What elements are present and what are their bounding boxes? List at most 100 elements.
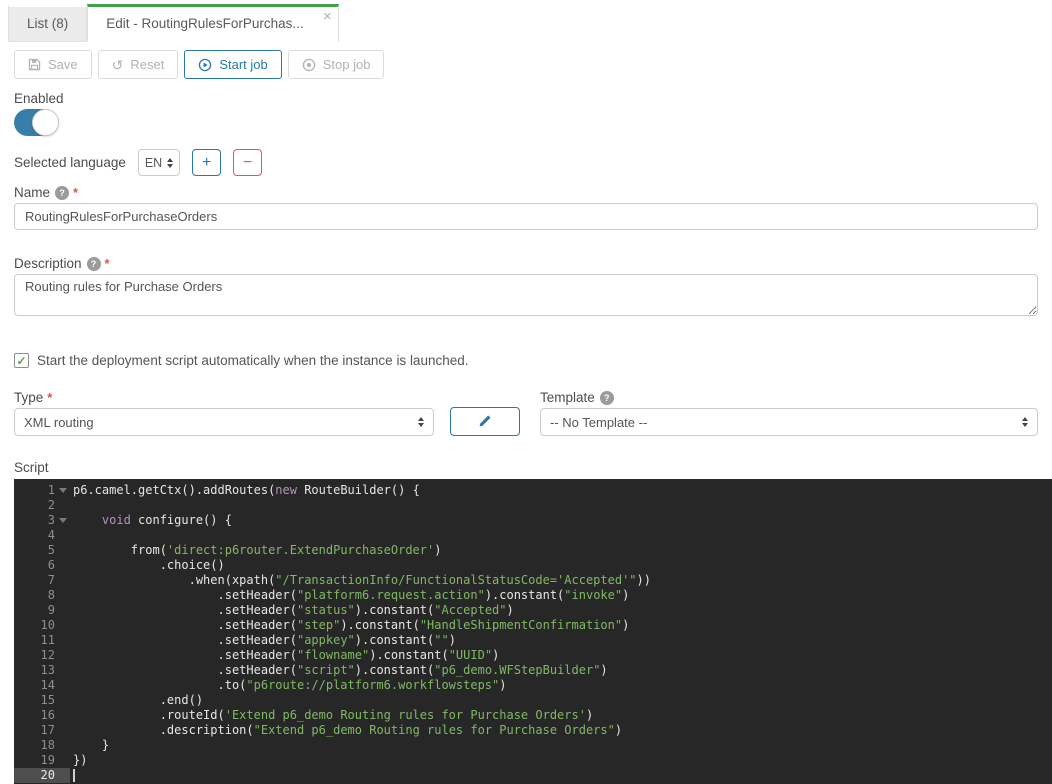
stop-job-button-label: Stop job <box>323 57 371 72</box>
code-line[interactable]: 8 .setHeader("platform6.request.action")… <box>14 588 1052 603</box>
fold-arrow-icon[interactable] <box>59 518 67 523</box>
line-number[interactable]: 3 <box>14 513 70 528</box>
code-line-text: }) <box>70 753 87 768</box>
enabled-label: Enabled <box>14 91 1038 106</box>
line-number[interactable]: 13 <box>14 663 70 678</box>
code-line[interactable]: 15 .end() <box>14 693 1052 708</box>
code-line-text: .setHeader("step").constant("HandleShipm… <box>70 618 629 633</box>
select-arrows-icon <box>1022 417 1028 427</box>
text-cursor <box>73 769 75 782</box>
line-number[interactable]: 17 <box>14 723 70 738</box>
code-line[interactable]: 1p6.camel.getCtx().addRoutes(new RouteBu… <box>14 483 1052 498</box>
template-column: Template ? -- No Template -- <box>540 390 1038 436</box>
edit-type-button[interactable] <box>450 407 520 436</box>
line-number[interactable]: 4 <box>14 528 70 543</box>
code-line-text <box>70 768 75 783</box>
language-select[interactable]: EN <box>138 149 180 176</box>
line-number[interactable]: 2 <box>14 498 70 513</box>
help-icon[interactable]: ? <box>55 186 69 200</box>
line-number[interactable]: 9 <box>14 603 70 618</box>
line-number[interactable]: 10 <box>14 618 70 633</box>
line-number[interactable]: 19 <box>14 753 70 768</box>
template-select-value: -- No Template -- <box>550 415 647 430</box>
tab-list-label: List (8) <box>27 16 68 31</box>
template-label-row: Template ? <box>540 390 1038 405</box>
line-number[interactable]: 16 <box>14 708 70 723</box>
fold-arrow-icon[interactable] <box>59 488 67 493</box>
type-label-row: Type * <box>14 390 434 405</box>
line-number[interactable]: 1 <box>14 483 70 498</box>
stop-job-button[interactable]: Stop job <box>288 50 385 79</box>
type-column: Type * XML routing <box>14 390 434 436</box>
line-number[interactable]: 6 <box>14 558 70 573</box>
reset-icon: ↺ <box>112 58 124 72</box>
code-line[interactable]: 16 .routeId('Extend p6_demo Routing rule… <box>14 708 1052 723</box>
line-number[interactable]: 8 <box>14 588 70 603</box>
code-line[interactable]: 19}) <box>14 753 1052 768</box>
help-icon[interactable]: ? <box>600 391 614 405</box>
line-number[interactable]: 20 <box>14 768 70 783</box>
code-line[interactable]: 3 void configure() { <box>14 513 1052 528</box>
line-number[interactable]: 12 <box>14 648 70 663</box>
code-line[interactable]: 11 .setHeader("appkey").constant("") <box>14 633 1052 648</box>
code-line[interactable]: 4 <box>14 528 1052 543</box>
code-line[interactable]: 6 .choice() <box>14 558 1052 573</box>
code-line[interactable]: 18 } <box>14 738 1052 753</box>
close-icon[interactable]: × <box>323 9 332 24</box>
language-select-value: EN <box>145 156 162 170</box>
language-row: Selected language EN + − <box>14 149 1038 176</box>
add-language-button[interactable]: + <box>192 149 221 176</box>
template-select[interactable]: -- No Template -- <box>540 408 1038 436</box>
script-editor-lines: 1p6.camel.getCtx().addRoutes(new RouteBu… <box>14 483 1052 783</box>
select-arrows-icon <box>418 417 424 427</box>
enabled-toggle[interactable] <box>14 109 59 136</box>
start-job-button[interactable]: Start job <box>184 50 281 79</box>
code-line-text: .to("p6route://platform6.workflowsteps") <box>70 678 507 693</box>
type-select[interactable]: XML routing <box>14 408 434 436</box>
pencil-icon <box>478 413 493 431</box>
script-label: Script <box>14 460 1038 475</box>
line-number[interactable]: 18 <box>14 738 70 753</box>
code-line[interactable]: 10 .setHeader("step").constant("HandleSh… <box>14 618 1052 633</box>
code-line[interactable]: 20 <box>14 768 1052 783</box>
remove-language-button[interactable]: − <box>233 149 262 176</box>
code-line-text: .setHeader("flowname").constant("UUID") <box>70 648 499 663</box>
code-line-text: .setHeader("platform6.request.action").c… <box>70 588 629 603</box>
code-line-text: .end() <box>70 693 203 708</box>
code-line-text: .setHeader("appkey").constant("") <box>70 633 456 648</box>
autostart-checkbox[interactable]: ✓ <box>14 353 29 368</box>
line-number[interactable]: 7 <box>14 573 70 588</box>
stop-circle-icon <box>302 58 316 72</box>
select-arrows-icon <box>167 158 173 168</box>
code-line[interactable]: 12 .setHeader("flowname").constant("UUID… <box>14 648 1052 663</box>
tab-list[interactable]: List (8) <box>8 4 87 42</box>
line-number[interactable]: 5 <box>14 543 70 558</box>
code-line[interactable]: 13 .setHeader("script").constant("p6_dem… <box>14 663 1052 678</box>
code-line[interactable]: 5 from('direct:p6router.ExtendPurchaseOr… <box>14 543 1052 558</box>
code-line[interactable]: 2 <box>14 498 1052 513</box>
tab-edit[interactable]: Edit - RoutingRulesForPurchas... × <box>87 4 338 42</box>
script-editor[interactable]: 1p6.camel.getCtx().addRoutes(new RouteBu… <box>14 479 1052 784</box>
code-line[interactable]: 17 .description("Extend p6_demo Routing … <box>14 723 1052 738</box>
code-line[interactable]: 14 .to("p6route://platform6.workflowstep… <box>14 678 1052 693</box>
code-line[interactable]: 9 .setHeader("status").constant("Accepte… <box>14 603 1052 618</box>
line-number[interactable]: 11 <box>14 633 70 648</box>
tab-edit-label: Edit - RoutingRulesForPurchas... <box>106 16 303 31</box>
description-textarea[interactable]: Routing rules for Purchase Orders <box>14 274 1038 316</box>
code-line-text <box>70 498 73 513</box>
description-label-row: Description ? * <box>14 256 1038 271</box>
template-label: Template <box>540 390 595 405</box>
required-asterisk: * <box>105 256 110 271</box>
save-button[interactable]: Save <box>14 50 92 79</box>
type-label: Type <box>14 390 43 405</box>
code-line-text: .setHeader("status").constant("Accepted"… <box>70 603 514 618</box>
description-label: Description <box>14 256 82 271</box>
help-icon[interactable]: ? <box>87 257 101 271</box>
code-line[interactable]: 7 .when(xpath("/TransactionInfo/Function… <box>14 573 1052 588</box>
line-number[interactable]: 15 <box>14 693 70 708</box>
line-number[interactable]: 14 <box>14 678 70 693</box>
name-input[interactable] <box>14 203 1038 230</box>
name-label-row: Name ? * <box>14 185 1038 200</box>
reset-button[interactable]: ↺ Reset <box>98 50 179 79</box>
autostart-label: Start the deployment script automaticall… <box>37 353 469 368</box>
